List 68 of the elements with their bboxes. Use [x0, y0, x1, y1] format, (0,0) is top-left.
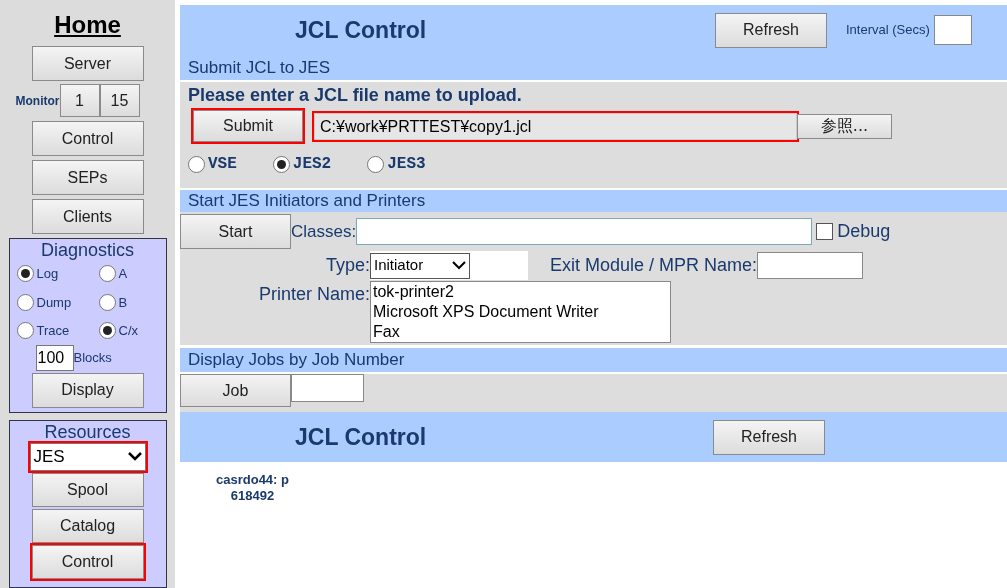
- job-number-field[interactable]: [291, 374, 364, 402]
- radio-button[interactable]: [16, 322, 34, 340]
- display-button[interactable]: Display: [31, 372, 144, 408]
- exit-module-field[interactable]: [757, 252, 864, 279]
- printer-item[interactable]: Fax: [373, 322, 670, 342]
- resource-select[interactable]: JES: [29, 442, 146, 471]
- option-label: Log: [36, 265, 59, 283]
- monitor-label: Monitor: [15, 92, 60, 110]
- radio-button[interactable]: [188, 155, 205, 173]
- radio-button[interactable]: [98, 322, 116, 340]
- option-label: C/x: [118, 322, 138, 340]
- monitor-button[interactable]: 15: [99, 84, 140, 117]
- blocks-label: Blocks: [73, 348, 112, 367]
- file-field[interactable]: C:¥work¥PRTTEST¥copy1.jcl: [314, 112, 797, 140]
- browse-button[interactable]: 参照...: [797, 113, 892, 139]
- section-heading: Display Jobs by Job Number: [180, 348, 1007, 372]
- printer-item[interactable]: Microsoft XPS Document Writer: [373, 302, 670, 322]
- home-title[interactable]: Home: [54, 8, 121, 42]
- info-text: 618492: [230, 488, 275, 504]
- page-title: JCL Control: [295, 422, 428, 452]
- job-button[interactable]: Job: [180, 374, 291, 407]
- panel-title: Resources: [44, 420, 131, 443]
- refresh-button[interactable]: Refresh: [715, 12, 827, 48]
- type-select[interactable]: Initiator: [370, 252, 470, 279]
- option-label: B: [118, 293, 128, 312]
- monitor-button[interactable]: 1: [59, 84, 100, 117]
- option-label: Dump: [36, 293, 72, 312]
- system-label: JES2: [292, 154, 332, 175]
- classes-field[interactable]: [356, 218, 813, 245]
- nav-button[interactable]: Server: [31, 46, 144, 81]
- type-label: Type:: [324, 254, 370, 277]
- interval-field[interactable]: [933, 15, 972, 45]
- radio-button[interactable]: [16, 293, 34, 311]
- classes-label: Classes:: [291, 220, 357, 243]
- printer-item[interactable]: tok-printer2: [373, 282, 670, 302]
- resource-button[interactable]: Catalog: [31, 508, 144, 543]
- submit-button[interactable]: Submit: [193, 110, 303, 142]
- exit-module-label: Exit Module / MPR Name:: [550, 254, 758, 277]
- start-button[interactable]: Start: [180, 214, 291, 249]
- nav-button[interactable]: SEPs: [31, 160, 144, 195]
- upload-prompt: Please enter a JCL file name to upload.: [188, 84, 523, 107]
- debug-checkbox[interactable]: [816, 223, 834, 240]
- option-label: Trace: [36, 322, 70, 340]
- chevron-icon: [452, 261, 466, 270]
- nav-button[interactable]: Clients: [31, 199, 144, 234]
- nav-button[interactable]: Control: [31, 121, 144, 156]
- resource-button[interactable]: Spool: [31, 472, 144, 507]
- chevron-icon: [127, 452, 142, 461]
- option-label: A: [118, 265, 128, 283]
- page-title: JCL Control: [295, 15, 428, 45]
- blocks-field[interactable]: 100: [35, 344, 74, 371]
- printer-list[interactable]: tok-printer2 Microsoft XPS Document Writer Fax: [370, 281, 671, 343]
- debug-label: Debug: [837, 220, 891, 243]
- radio-button[interactable]: [98, 265, 116, 283]
- resource-button[interactable]: Control: [31, 544, 144, 579]
- radio-button[interactable]: [98, 293, 116, 311]
- section-heading: Start JES Initiators and Printers: [180, 190, 1007, 212]
- section-heading: Submit JCL to JES: [180, 55, 1007, 80]
- radio-button[interactable]: [272, 155, 290, 173]
- panel-title: Diagnostics: [40, 239, 134, 261]
- system-label: VSE: [208, 154, 237, 175]
- info-text: casrdo44: p: [216, 472, 289, 488]
- printer-label: Printer Name:: [257, 283, 370, 306]
- radio-button[interactable]: [367, 155, 385, 173]
- radio-button[interactable]: [16, 265, 34, 283]
- interval-label: Interval (Secs): [846, 21, 930, 40]
- system-label: JES3: [387, 154, 426, 175]
- refresh-button[interactable]: Refresh: [713, 419, 825, 455]
